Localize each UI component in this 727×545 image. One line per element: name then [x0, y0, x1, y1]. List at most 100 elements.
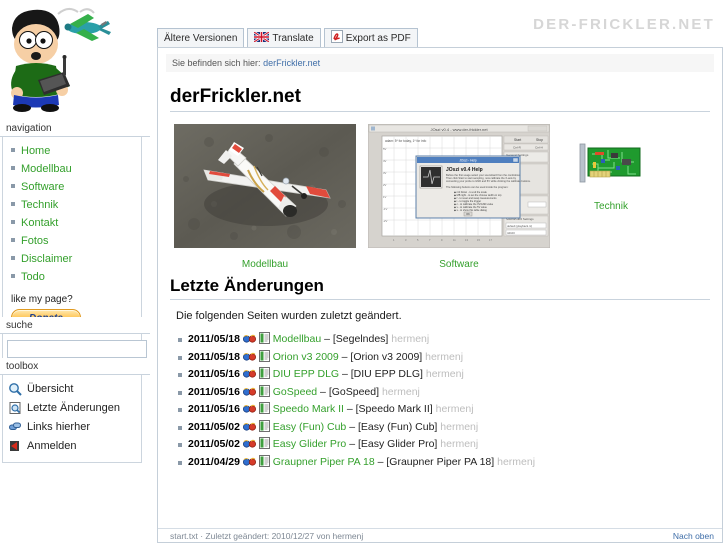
page-document-icon[interactable] [258, 332, 270, 350]
change-date: 2011/04/29 [188, 455, 240, 468]
toolbox-item-label[interactable]: Letzte Änderungen [27, 402, 120, 414]
change-list-item: 2011/05/18 Orion v3 2009 – [Orion v3 200… [178, 349, 722, 368]
change-author: hermenj [425, 350, 464, 363]
change-separator: – [349, 420, 356, 433]
bullet-icon [178, 338, 182, 342]
toolbox-item-label[interactable]: Übersicht [27, 383, 73, 395]
svg-text:2V: 2V [383, 183, 387, 187]
toolbox-item-uebersicht[interactable]: Übersicht [7, 380, 137, 399]
search-input[interactable] [7, 340, 147, 358]
diff-glasses-icon[interactable] [242, 368, 256, 384]
change-date: 2011/05/16 [188, 403, 240, 415]
circuit-board-icon[interactable] [578, 138, 644, 190]
sidebar-item-home[interactable]: Home [7, 142, 137, 160]
navigation-list: Home Modellbau Software Technik Kontakt … [7, 142, 137, 286]
bullet-icon [178, 373, 182, 377]
change-page-link[interactable]: Orion v3 2009 [273, 351, 339, 363]
diff-glasses-icon[interactable] [242, 421, 256, 437]
sidebar-nav-heading: navigation [0, 120, 150, 137]
sidebar-item-label[interactable]: Software [21, 181, 64, 193]
change-page-link[interactable]: DIU EPP DLG [273, 368, 339, 380]
change-summary: [DIU EPP DLG] [350, 368, 423, 380]
diff-glasses-icon[interactable] [242, 438, 256, 454]
recent-changes-list: 2011/05/18 Modellbau – [Segelndes] herme… [158, 332, 722, 472]
breadcrumb-link[interactable]: derFrickler.net [263, 58, 320, 68]
sidebar-item-todo[interactable]: Todo [7, 268, 137, 286]
change-summary: [Easy (Fun) Cub] [357, 420, 438, 433]
sidebar-item-label[interactable]: Todo [21, 271, 45, 283]
bullet-icon [178, 443, 182, 447]
change-date: 2011/05/18 [188, 350, 240, 363]
page-document-icon[interactable] [258, 349, 270, 368]
change-list-item: 2011/05/18 Modellbau – [Segelndes] herme… [178, 332, 722, 350]
thumbnail-modellbau[interactable]: Modellbau [174, 124, 356, 270]
page-document-icon[interactable] [258, 367, 270, 385]
sidebar-item-kontakt[interactable]: Kontakt [7, 214, 137, 232]
change-page-link[interactable]: GoSpeed [273, 386, 317, 398]
change-page-link[interactable]: Modellbau [273, 333, 321, 345]
page-document-icon[interactable] [258, 437, 270, 455]
page-title: derFrickler.net [170, 86, 710, 112]
browser-page: DER-FRICKLER.NET navigation Home Modellb… [0, 0, 727, 545]
sidebar-item-modellbau[interactable]: Modellbau [7, 160, 137, 178]
change-author: hermenj [425, 368, 464, 380]
tab-export-as-pdf[interactable]: Export as PDF [323, 28, 418, 47]
page-document-icon[interactable] [258, 419, 270, 438]
page-document-icon[interactable] [258, 402, 270, 420]
sidebar-item-label[interactable]: Fotos [21, 235, 49, 247]
sidebar-item-disclaimer[interactable]: Disclaimer [7, 250, 137, 268]
sidebar-item-label[interactable]: Home [21, 145, 50, 157]
sidebar-item-technik[interactable]: Technik [7, 196, 137, 214]
change-list-item: 2011/05/16 Speedo Mark II – [Speedo Mark… [178, 402, 722, 420]
thumbnail-technik[interactable]: Technik [578, 138, 644, 212]
toolbox-item-label[interactable]: Links hierher [27, 421, 90, 433]
svg-text:Ctrl-H: Ctrl-H [535, 146, 543, 150]
diff-glasses-icon[interactable] [242, 386, 256, 402]
diff-glasses-icon[interactable] [242, 351, 256, 367]
footer-back-to-top-link[interactable]: Nach oben [673, 531, 714, 541]
change-date: 2011/05/02 [188, 438, 240, 450]
bullet-icon [11, 184, 15, 188]
chain-links-icon [8, 420, 22, 434]
toolbox-item-letzte-aenderungen[interactable]: Letzte Änderungen [7, 399, 137, 418]
toolbox-item-anmelden[interactable]: Anmelden [7, 437, 137, 456]
sidebar-item-label[interactable]: Disclaimer [21, 253, 72, 265]
change-author: hermenj [497, 455, 536, 468]
sidebar: navigation Home Modellbau Software Techn… [0, 0, 150, 545]
rc-plane-photo[interactable] [174, 124, 356, 248]
sidebar-item-label[interactable]: Kontakt [21, 217, 58, 229]
diff-glasses-icon[interactable] [242, 456, 256, 472]
change-page-link[interactable]: Easy (Fun) Cub [273, 421, 347, 433]
tab-aeltere-versionen[interactable]: Ältere Versionen [157, 28, 245, 47]
svg-text:OK: OK [466, 212, 470, 216]
sidebar-item-label[interactable]: Technik [21, 199, 58, 211]
change-page-link[interactable]: Speedo Mark II [273, 403, 344, 415]
svg-text:JOszi v0.4 Help: JOszi v0.4 Help [446, 167, 483, 173]
thumbnail-software[interactable]: JOszi v0.4 - www.der-frickler.net adam: … [367, 123, 551, 270]
thumbnail-caption[interactable]: Technik [578, 201, 644, 212]
thumbnail-caption[interactable]: Software [368, 259, 550, 270]
svg-text:The following buttons can be u: The following buttons can be used inside… [446, 185, 509, 189]
page-document-icon[interactable] [258, 384, 270, 403]
change-summary: [Graupner Piper PA 18] [386, 455, 495, 468]
diff-glasses-icon[interactable] [242, 333, 256, 349]
thumbnail-caption[interactable]: Modellbau [174, 259, 356, 270]
sidebar-item-software[interactable]: Software [7, 178, 137, 196]
page-document-icon[interactable] [258, 454, 270, 473]
change-page-link[interactable]: Graupner Piper PA 18 [273, 456, 375, 468]
footer-left: start.txt · Zuletzt geändert: 2010/12/27… [170, 531, 364, 541]
change-author: hermenj [391, 333, 430, 345]
tab-translate[interactable]: Translate [247, 28, 321, 47]
sidebar-item-fotos[interactable]: Fotos [7, 232, 137, 250]
toolbox-item-links-hierher[interactable]: Links hierher [7, 418, 137, 437]
bullet-icon [11, 166, 15, 170]
change-date: 2011/05/16 [188, 385, 240, 398]
mascot-illustration [0, 0, 150, 120]
change-summary: [Orion v3 2009] [350, 350, 423, 363]
change-page-link[interactable]: Easy Glider Pro [273, 438, 347, 450]
diff-glasses-icon[interactable] [242, 403, 256, 419]
joszi-screenshot[interactable]: JOszi v0.4 - www.der-frickler.net adam: … [367, 123, 551, 249]
sidebar-item-label[interactable]: Modellbau [21, 163, 72, 175]
toolbox-item-label[interactable]: Anmelden [27, 440, 77, 452]
change-separator: – [342, 368, 348, 380]
